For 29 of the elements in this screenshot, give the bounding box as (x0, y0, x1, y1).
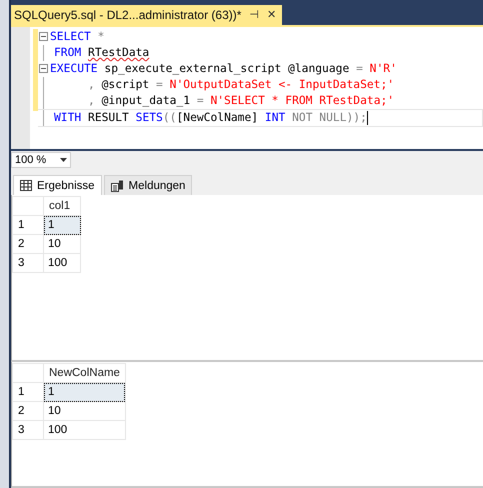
row-number: 3 (12, 254, 44, 272)
code-line: FROM RTestData (54, 46, 150, 60)
zoom-dropdown[interactable]: 100 % (11, 152, 71, 168)
table-cell[interactable]: 1 (44, 382, 126, 402)
table-cell[interactable]: 100 (44, 254, 80, 272)
collapse-icon[interactable] (39, 32, 48, 42)
document-icon (110, 180, 124, 192)
result-tab[interactable]: Meldungen (104, 175, 192, 195)
text-cursor (366, 110, 368, 125)
row-number: 3 (12, 420, 44, 440)
table-cell[interactable]: 100 (44, 420, 126, 440)
code-line: EXECUTE sp_execute_external_script @language = N'R' (50, 62, 397, 76)
table-cell[interactable]: 1 (44, 216, 80, 234)
column-header[interactable]: NewColName (44, 364, 126, 382)
row-number: 2 (12, 234, 44, 254)
close-icon[interactable]: ✕ (267, 8, 276, 22)
grid-icon (20, 180, 32, 191)
code-line: , @script = N'OutputDataSet <- InputDataSet;' (87, 78, 394, 92)
table-cell[interactable]: 10 (44, 234, 80, 254)
result-tab[interactable]: Ergebnisse (13, 175, 102, 195)
caret-icon (60, 158, 67, 162)
row-number: 2 (12, 402, 44, 420)
code-line: SELECT * (50, 30, 104, 44)
code-line: WITH RESULT SETS(([NewColName] INT NOT NULL)); (54, 111, 367, 124)
pin-icon[interactable]: ⊣ (249, 8, 260, 22)
table-cell[interactable]: 10 (44, 402, 126, 420)
collapse-icon[interactable] (39, 64, 48, 74)
code-line: , @input_data_1 = N'SELECT * FROM RTestData;' (87, 94, 394, 108)
document-tab[interactable]: SQLQuery5.sql - DL2...administrator (63))* ⊣ ✕ (11, 5, 282, 25)
